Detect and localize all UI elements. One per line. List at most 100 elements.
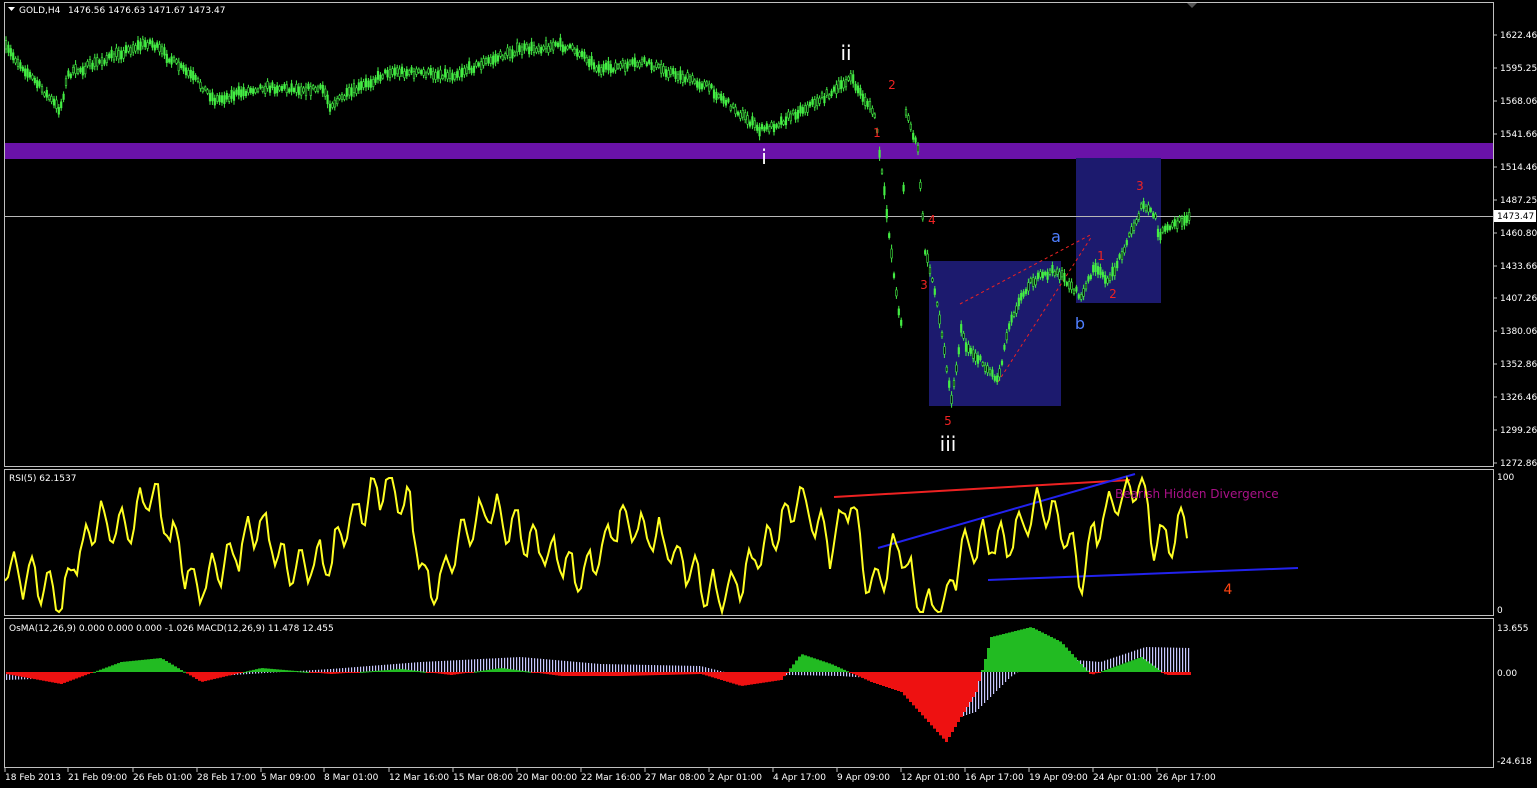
macd-bar (792, 672, 794, 676)
price-candle-body (184, 67, 188, 76)
time-axis: 18 Feb 2013 21 Feb 09:00 26 Feb 01:00 28 Fe… (4, 768, 1216, 783)
price-tick-label: 1622.46 (1500, 31, 1537, 41)
osma-bar (255, 669, 258, 672)
osma-bar (1068, 650, 1071, 672)
price-candle-body (530, 41, 533, 52)
osma-bar (237, 672, 240, 674)
price-candle-body (914, 137, 917, 143)
price-candle-body (415, 68, 418, 75)
macd-bar (468, 659, 470, 672)
osma-bar (366, 671, 369, 673)
osma-bar (480, 670, 483, 672)
price-candle-body (508, 49, 512, 58)
price-candle-body (664, 69, 668, 77)
price-candle-body (1084, 283, 1088, 290)
price-candle-body (712, 89, 716, 99)
price-candle-body (1077, 294, 1080, 299)
osma-bar (837, 667, 840, 672)
price-candle-body (1149, 208, 1152, 212)
price-candle-body (45, 90, 48, 98)
osma-bar (1041, 632, 1044, 672)
macd-bar (828, 672, 830, 676)
osma-bar (1170, 672, 1173, 675)
wave-label-4: 4 (928, 213, 936, 227)
price-candle-body (729, 105, 732, 111)
price-candle-body (727, 98, 730, 103)
osma-bar (1008, 632, 1011, 672)
osma-bar (741, 672, 744, 686)
price-candle-body (254, 88, 257, 93)
osma-bar (834, 665, 837, 672)
price-candle-body (273, 86, 276, 94)
osma-bar (507, 668, 510, 672)
osma-bar (1029, 627, 1032, 672)
symbol-label: GOLD,H4 (19, 6, 61, 16)
osma-bar (156, 658, 159, 672)
price-candle-body (1005, 332, 1008, 341)
osma-bar (771, 672, 774, 682)
macd-bar (720, 671, 722, 672)
osma-bar (1017, 630, 1020, 672)
macd-bar (522, 657, 524, 672)
osma-bar (396, 669, 399, 672)
price-candle-body (564, 46, 567, 52)
price-candle-body (686, 72, 689, 80)
price-candle-body (1159, 232, 1162, 241)
price-candle-body (91, 62, 94, 70)
osma-bar (1143, 659, 1146, 672)
osma-bar (900, 672, 903, 692)
osma-bar (414, 670, 417, 672)
macd-bar (474, 659, 476, 672)
price-candle-body (367, 80, 370, 88)
macd-bar (531, 657, 533, 672)
price-candle-body (878, 149, 881, 158)
price-candle-body (909, 123, 912, 130)
price-candle-body (540, 47, 543, 54)
osma-bar (69, 672, 72, 681)
osma-bar (957, 672, 960, 722)
osma-bar (897, 672, 900, 691)
price-candle-body (780, 116, 783, 125)
price-candle-body (998, 368, 1001, 378)
osma-bar (774, 672, 777, 681)
osma-bar (333, 672, 336, 674)
price-tick-label: 1272.86 (1500, 459, 1537, 469)
price-candle-body (1010, 314, 1013, 323)
dropdown-triangle-icon[interactable] (8, 7, 15, 11)
osma-bar (1155, 667, 1158, 672)
osma-bar (954, 672, 957, 727)
price-candle-body (12, 52, 15, 61)
price-candle-body (1180, 218, 1184, 227)
price-candle-body (1075, 286, 1078, 292)
osma-bar (261, 668, 264, 672)
macd-bar (315, 669, 317, 672)
osma-bar (537, 672, 540, 673)
price-candle-body (640, 58, 644, 65)
price-candle-body (1072, 289, 1076, 295)
price-candle-body (7, 44, 10, 53)
osma-bar (162, 659, 165, 672)
price-candle-body (472, 65, 476, 73)
osma-bar (459, 672, 462, 674)
osma-bar (462, 672, 465, 674)
osma-bar (1047, 635, 1050, 672)
osma-bar (1152, 665, 1155, 672)
rsi-line (4, 475, 1188, 616)
osma-bar (648, 672, 651, 676)
osma-bar (789, 668, 792, 672)
osma-bar (1149, 663, 1152, 672)
osma-bar (318, 672, 321, 673)
osma-bar (348, 672, 351, 673)
macd-bar (645, 664, 647, 672)
osma-bar (1005, 633, 1008, 672)
price-candle-body (189, 69, 192, 79)
osma-bar (918, 672, 921, 712)
osma-bar (1071, 654, 1074, 672)
osma-bar (384, 670, 387, 672)
price-candle-body (511, 49, 514, 59)
price-candle-body (542, 45, 545, 51)
shift-marker-icon[interactable] (1187, 3, 1197, 8)
price-candle-body (187, 70, 190, 77)
price-candle-body (597, 64, 600, 73)
osma-bar (321, 672, 324, 674)
